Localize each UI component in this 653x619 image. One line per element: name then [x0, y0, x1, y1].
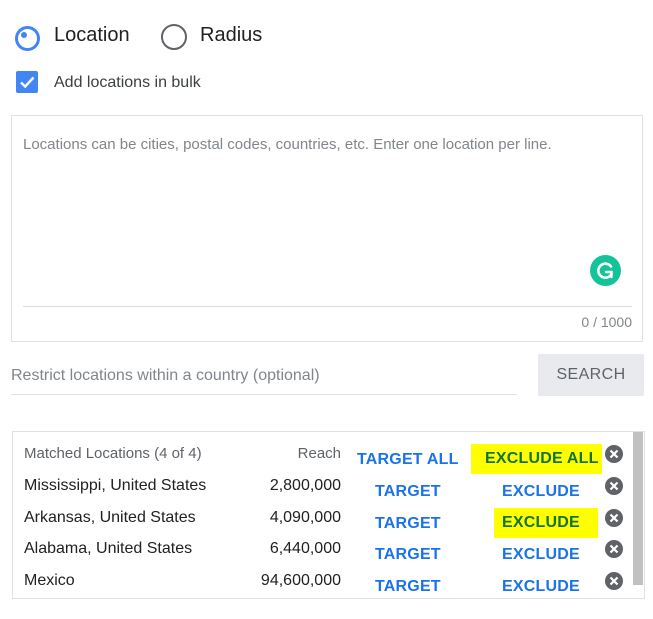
target-button[interactable]: TARGET	[375, 546, 441, 564]
exclude-button[interactable]: EXCLUDE	[502, 483, 580, 501]
location-name: Mexico	[24, 572, 75, 589]
table-row: Alabama, United States 6,440,000 TARGET …	[13, 540, 633, 572]
results-scrollbar-thumb[interactable]	[633, 432, 643, 585]
target-all-button[interactable]: TARGET ALL	[357, 451, 459, 469]
restrict-input-underline	[11, 394, 517, 395]
search-button[interactable]: SEARCH	[538, 354, 644, 396]
radio-location[interactable]: Location	[14, 23, 144, 51]
mode-radio-group: Location Radius	[0, 0, 300, 60]
target-button[interactable]: TARGET	[375, 515, 441, 533]
exclude-button[interactable]: EXCLUDE	[502, 546, 580, 564]
radio-radius-button[interactable]	[161, 24, 187, 50]
grammarly-icon[interactable]	[590, 255, 621, 286]
bulk-locations-textarea[interactable]	[23, 136, 629, 296]
exclude-all-button[interactable]: EXCLUDE ALL	[471, 444, 602, 474]
remove-location-icon[interactable]	[605, 572, 623, 590]
bulk-locations-card: 0 / 1000	[11, 115, 643, 342]
location-reach: 6,440,000	[269, 540, 341, 557]
matched-locations-table: Matched Locations (4 of 4) Reach TARGET …	[12, 431, 645, 599]
location-name: Arkansas, United States	[24, 509, 196, 526]
remove-location-icon[interactable]	[605, 477, 623, 495]
table-row: Mississippi, United States 2,800,000 TAR…	[13, 476, 633, 508]
char-counter: 0 / 1000	[581, 314, 632, 330]
location-reach: 4,090,000	[269, 509, 341, 526]
remove-all-icon[interactable]	[605, 445, 623, 463]
location-name: Alabama, United States	[24, 540, 193, 557]
exclude-button[interactable]: EXCLUDE	[502, 578, 580, 596]
exclude-button[interactable]: EXCLUDE	[494, 508, 598, 538]
target-button[interactable]: TARGET	[375, 578, 441, 596]
table-row: Arkansas, United States 4,090,000 TARGET…	[13, 508, 633, 540]
reach-column-header: Reach	[297, 445, 341, 462]
textarea-underline	[23, 306, 632, 307]
check-icon	[20, 76, 35, 89]
location-reach: 94,600,000	[260, 572, 341, 589]
location-name: Mississippi, United States	[24, 477, 207, 494]
remove-location-icon[interactable]	[605, 540, 623, 558]
radio-radius-label: Radius	[200, 24, 263, 46]
remove-location-icon[interactable]	[605, 509, 623, 527]
radio-location-button[interactable]	[15, 26, 40, 51]
bulk-checkbox[interactable]	[16, 71, 38, 93]
table-row: Mexico 94,600,000 TARGET EXCLUDE	[13, 572, 633, 604]
restrict-country-input[interactable]	[11, 362, 517, 390]
radio-radius[interactable]: Radius	[160, 23, 280, 50]
table-header-row: Matched Locations (4 of 4) Reach TARGET …	[13, 444, 633, 476]
radio-location-label: Location	[54, 24, 130, 46]
matched-locations-title: Matched Locations (4 of 4)	[24, 445, 202, 462]
location-reach: 2,800,000	[269, 477, 341, 494]
bulk-checkbox-label: Add locations in bulk	[54, 74, 201, 91]
bulk-checkbox-row[interactable]: Add locations in bulk	[16, 71, 236, 95]
target-button[interactable]: TARGET	[375, 483, 441, 501]
